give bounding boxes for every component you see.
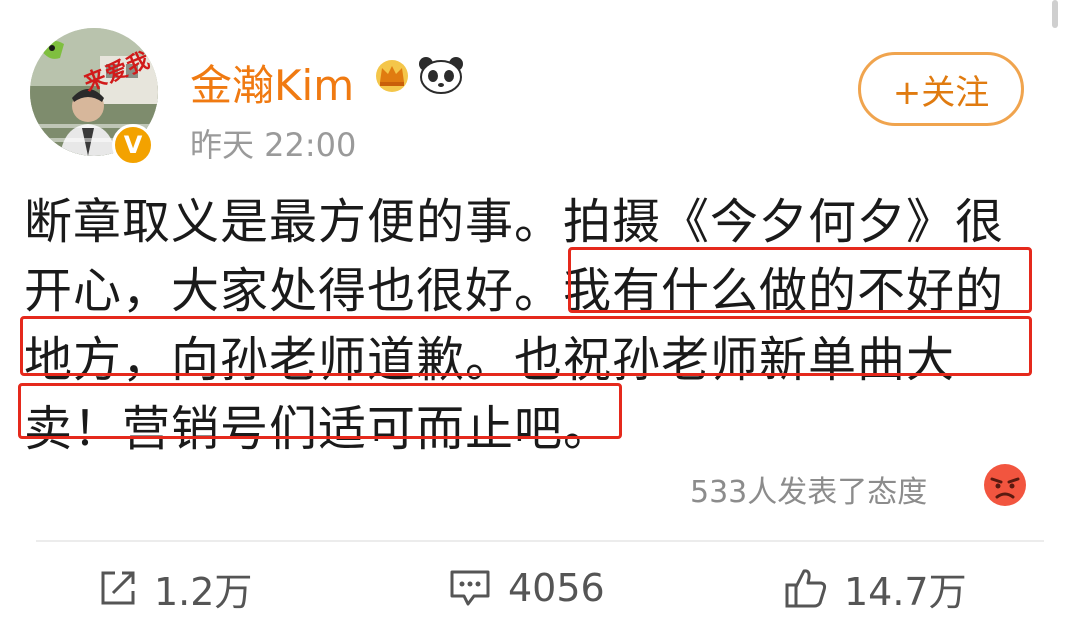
scrollbar[interactable] [1052,0,1058,28]
comment-button[interactable]: 4056 [448,562,605,614]
angry-face-icon[interactable] [982,462,1028,508]
highlight-box [568,247,1032,313]
share-icon [101,571,135,605]
share-button[interactable]: 1.2万 [98,562,252,614]
post-timestamp: 昨天 22:00 [190,126,357,164]
weibo-post: 来爱我 V 金瀚Kim 昨天 22:00 +关注 断章取义是最方便的事。拍摄《今… [0,0,1080,631]
divider [36,540,1044,542]
verified-badge-icon: V [112,124,154,166]
highlight-box [18,383,622,439]
comment-count: 4056 [508,566,605,610]
share-count: 1.2万 [154,569,253,614]
reaction-summary[interactable]: 533人发表了态度 [690,467,927,511]
thumbs-up-icon [785,569,827,608]
follow-button[interactable]: +关注 [858,52,1024,126]
like-count: 14.7万 [844,569,967,614]
panda-icon [419,57,463,94]
comment-icon [450,570,490,606]
like-button[interactable]: 14.7万 [784,562,967,614]
username[interactable]: 金瀚Kim [190,52,354,113]
highlight-box [20,316,1032,376]
crown-icon [376,60,408,92]
